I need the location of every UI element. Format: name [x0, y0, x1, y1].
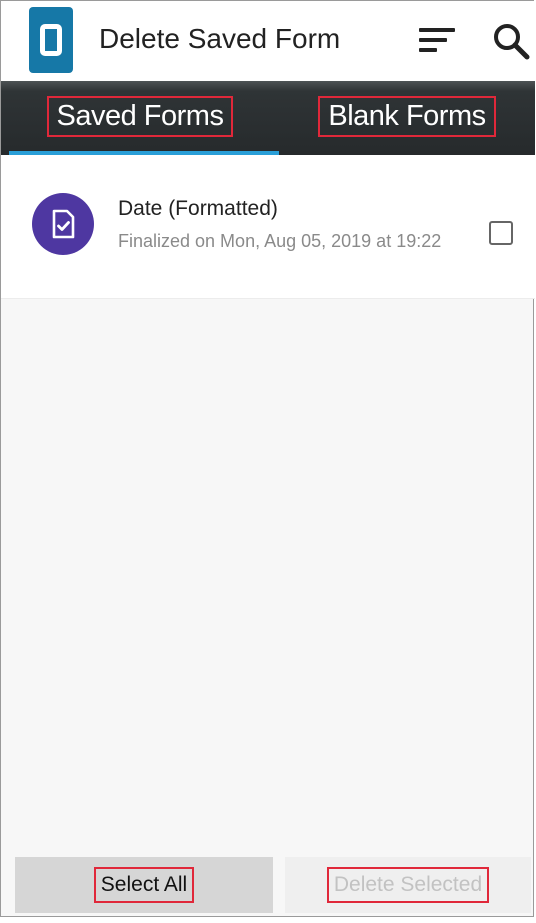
app-logo-icon [29, 7, 73, 73]
form-select-checkbox[interactable] [489, 221, 513, 245]
tab-bar: Saved Forms Blank Forms [1, 81, 535, 155]
search-icon[interactable] [491, 21, 531, 61]
tab-blank-forms-label: Blank Forms [318, 95, 496, 137]
tab-saved-forms[interactable]: Saved Forms [1, 81, 279, 151]
form-title: Date (Formatted) [118, 197, 278, 220]
delete-selected-label: Delete Selected [326, 867, 490, 903]
tab-saved-forms-label: Saved Forms [46, 95, 234, 137]
finalized-form-icon [32, 193, 94, 255]
app-window: Delete Saved Form Saved Forms Blank Form… [0, 0, 535, 917]
list-item[interactable]: Date (Formatted) Finalized on Mon, Aug 0… [1, 155, 535, 299]
page-title: Delete Saved Form [99, 23, 341, 54]
select-all-label: Select All [93, 867, 195, 903]
tab-blank-forms[interactable]: Blank Forms [279, 81, 535, 151]
form-status: Finalized on Mon, Aug 05, 2019 at 19:22 [118, 231, 442, 251]
select-all-button[interactable]: Select All [15, 857, 273, 913]
delete-selected-button[interactable]: Delete Selected [285, 857, 531, 913]
sort-icon[interactable] [419, 26, 459, 56]
app-bar: Delete Saved Form [1, 1, 535, 81]
